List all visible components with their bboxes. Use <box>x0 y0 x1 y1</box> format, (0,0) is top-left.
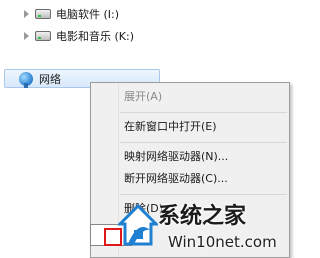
menu-item-map-network-drive[interactable]: 映射网络驱动器(N)... <box>124 148 228 166</box>
house-logo-icon <box>118 203 158 246</box>
menu-separator <box>120 112 287 113</box>
watermark-url: Win10net.com <box>168 233 277 251</box>
network-globe-icon <box>19 71 33 88</box>
menu-item-open-new-window[interactable]: 在新窗口中打开(E) <box>124 118 217 136</box>
drive-icon <box>35 31 51 41</box>
watermark: 系统之家 Win10net.com <box>118 196 290 258</box>
tree-item-drive-k[interactable]: 电影和音乐 (K:) <box>24 27 134 45</box>
menu-separator <box>120 194 287 195</box>
menu-item-disconnect-network-drive[interactable]: 断开网络驱动器(C)... <box>124 170 228 188</box>
tree-item-label: 网络 <box>39 72 61 86</box>
drive-icon <box>35 9 51 19</box>
expand-arrow-icon[interactable] <box>24 32 29 40</box>
expand-arrow-icon[interactable] <box>24 10 29 18</box>
tree-item-label: 电影和音乐 (K:) <box>56 30 134 43</box>
menu-separator <box>120 142 287 143</box>
tree-item-label: 电脑软件 (I:) <box>56 8 120 21</box>
watermark-title: 系统之家 <box>158 204 247 229</box>
menu-item-expand: 展开(A) <box>124 90 163 103</box>
tree-item-drive-i[interactable]: 电脑软件 (I:) <box>24 5 119 23</box>
